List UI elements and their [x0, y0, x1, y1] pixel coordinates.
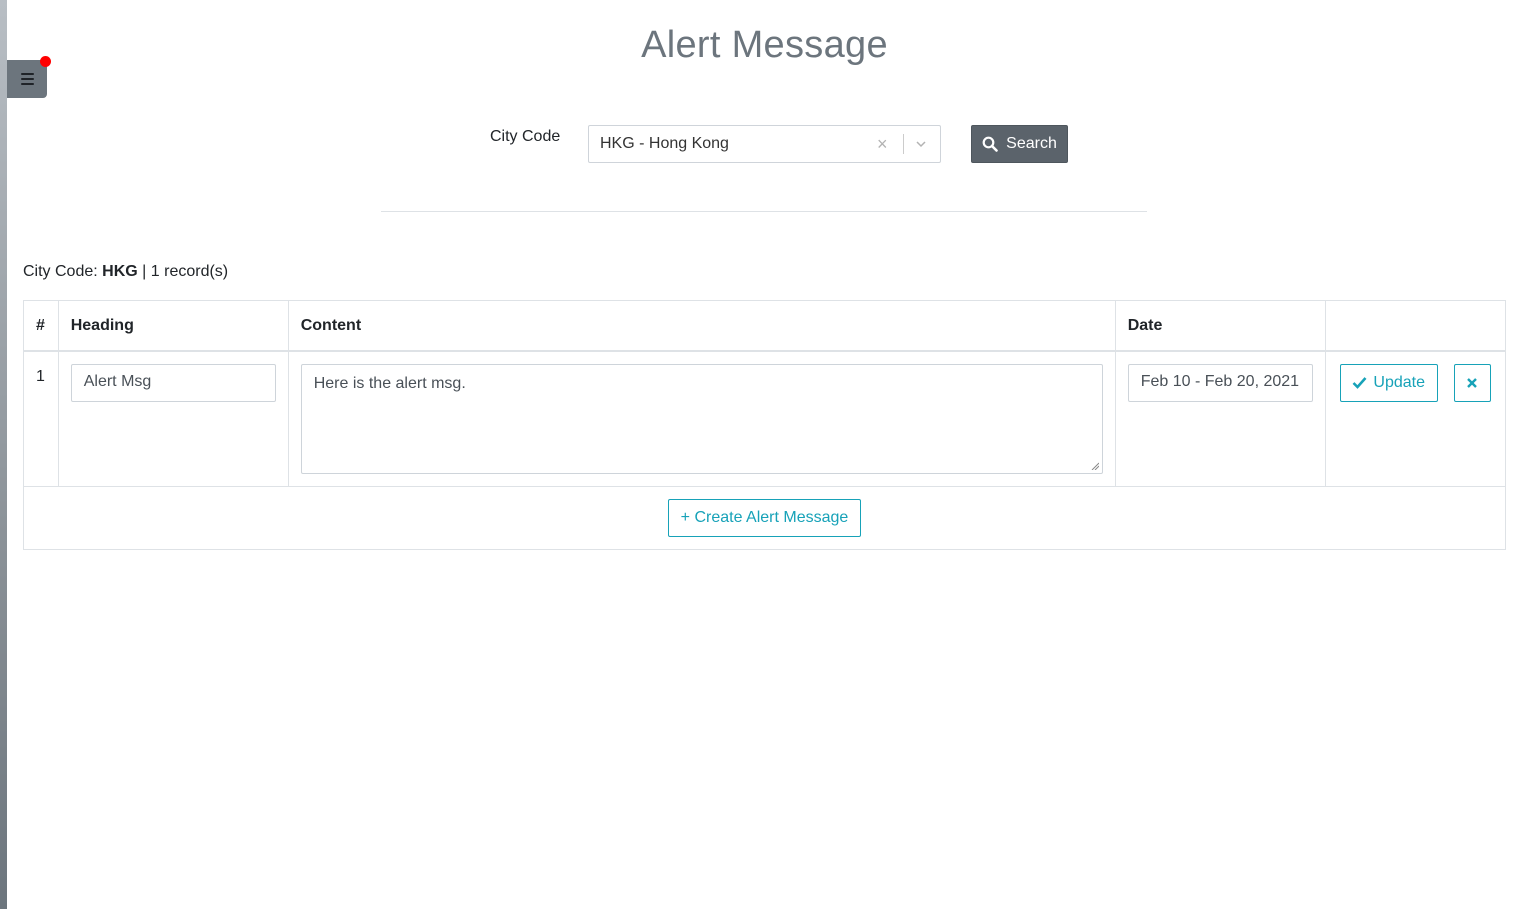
city-code-label: City Code: [490, 128, 561, 145]
create-alert-button[interactable]: + Create Alert Message: [667, 498, 862, 537]
header-heading: Heading: [57, 300, 289, 352]
heading-input[interactable]: Alert Msg: [70, 363, 276, 402]
create-cell: + Create Alert Message: [23, 485, 1506, 550]
content-cell: Here is the alert msg.: [287, 350, 1116, 487]
close-icon: [1467, 377, 1478, 388]
page-title: Alert Message: [641, 24, 888, 66]
search-button-label: Search: [1006, 135, 1057, 152]
heading-cell: Alert Msg: [57, 350, 289, 487]
header-actions: [1324, 300, 1507, 352]
create-row: + Create Alert Message: [23, 485, 1506, 550]
select-separator: [903, 134, 904, 154]
hamburger-icon: [20, 73, 34, 85]
chevron-down-icon[interactable]: [916, 139, 926, 149]
clear-icon[interactable]: ×: [877, 134, 888, 154]
search-button[interactable]: Search: [971, 125, 1068, 163]
check-icon: [1353, 377, 1367, 389]
search-icon: [982, 136, 998, 152]
summary-city: HKG: [102, 263, 138, 280]
result-summary: City Code: HKG | 1 record(s): [23, 263, 228, 281]
divider: [381, 211, 1147, 212]
header-content: Content: [287, 300, 1116, 352]
table-row: 1 Alert Msg Here is the alert msg. Feb 1…: [23, 350, 1507, 487]
row-number: 1: [23, 350, 59, 487]
content-textarea[interactable]: Here is the alert msg.: [300, 363, 1103, 474]
content-text: Here is the alert msg.: [313, 374, 466, 392]
alert-table: # Heading Content Date 1 Alert Msg Here …: [23, 300, 1507, 550]
table-header-row: # Heading Content Date: [23, 300, 1507, 352]
city-code-selected-value: HKG - Hong Kong: [600, 135, 729, 152]
city-code-select[interactable]: HKG - Hong Kong ×: [588, 125, 941, 163]
delete-button[interactable]: [1453, 363, 1491, 402]
date-cell: Feb 10 - Feb 20, 2021: [1114, 350, 1326, 487]
date-range-input[interactable]: Feb 10 - Feb 20, 2021: [1127, 363, 1313, 402]
actions-cell: Update: [1324, 350, 1507, 487]
summary-prefix: City Code:: [23, 263, 98, 280]
update-button[interactable]: Update: [1339, 363, 1438, 402]
resize-grip-icon[interactable]: [1091, 462, 1099, 470]
sidebar-strip: [0, 0, 7, 909]
header-num: #: [23, 300, 59, 352]
header-date: Date: [1114, 300, 1326, 352]
update-button-label: Update: [1373, 373, 1426, 391]
summary-separator: |: [142, 263, 147, 280]
summary-count: 1 record(s): [150, 263, 229, 280]
